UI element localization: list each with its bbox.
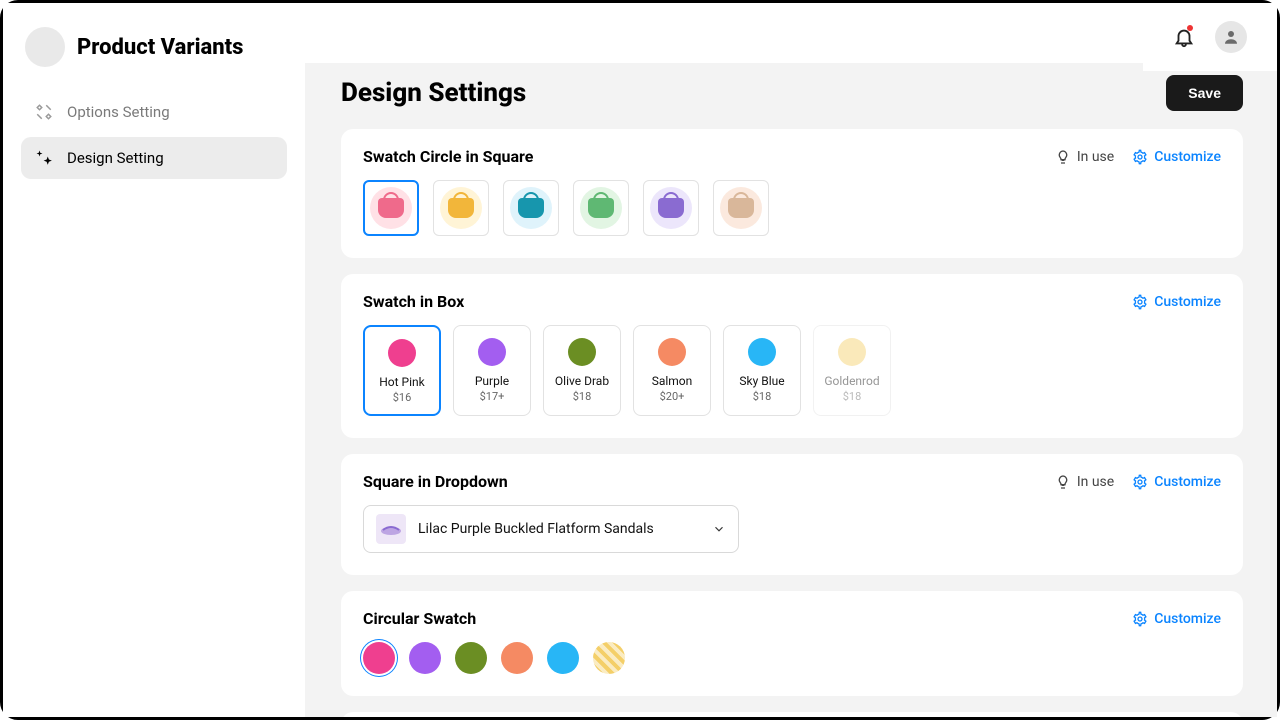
section-title: Swatch Circle in Square — [363, 147, 533, 166]
sidebar: Product Variants Options Setting Design … — [3, 3, 305, 717]
app-logo-row: Product Variants — [3, 3, 305, 85]
swatch-box[interactable]: Purple $17+ — [453, 325, 531, 416]
page-header: Design Settings Save — [341, 75, 1243, 111]
color-dot — [568, 338, 596, 366]
swatch-square[interactable] — [643, 180, 699, 236]
swatch-square[interactable] — [573, 180, 629, 236]
swatch-name: Hot Pink — [371, 375, 433, 389]
chevron-down-icon — [712, 522, 726, 536]
main: Design Settings Save Swatch Circle in Sq… — [305, 3, 1277, 717]
swatch-circle — [370, 187, 412, 229]
lightbulb-icon — [1055, 149, 1071, 165]
swatch-name: Goldenrod — [820, 374, 884, 388]
circular-swatch[interactable] — [363, 642, 395, 674]
section-swatch-in-box: Swatch in Box Customize Hot Pink $16 Pur… — [341, 274, 1243, 438]
color-dot — [658, 338, 686, 366]
topbar-bg — [305, 3, 1277, 63]
dropdown-thumbnail — [376, 514, 406, 544]
sidebar-item-label: Design Setting — [67, 149, 164, 167]
swatch-circle — [720, 187, 762, 229]
swatch-price: $18 — [820, 390, 884, 403]
tools-icon — [35, 103, 53, 121]
swatch-circle — [510, 187, 552, 229]
sparkle-icon — [35, 149, 53, 167]
content: Design Settings Save Swatch Circle in Sq… — [305, 63, 1277, 717]
section-title: Square in Dropdown — [363, 472, 508, 491]
swatch-square[interactable] — [433, 180, 489, 236]
sidebar-item-label: Options Setting — [67, 103, 170, 121]
swatch-box-row: Hot Pink $16 Purple $17+ Olive Drab $18 … — [363, 325, 1221, 416]
swatch-price: $18 — [730, 390, 794, 403]
sidebar-nav: Options Setting Design Setting — [3, 91, 305, 179]
section-circular-swatch: Circular Swatch Customize — [341, 591, 1243, 696]
bag-icon — [448, 198, 474, 218]
bag-icon — [588, 198, 614, 218]
app-logo — [25, 27, 65, 67]
user-avatar[interactable] — [1215, 21, 1247, 53]
variant-dropdown[interactable]: Lilac Purple Buckled Flatform Sandals — [363, 505, 739, 553]
customize-button[interactable]: Customize — [1132, 294, 1221, 310]
sidebar-item-options[interactable]: Options Setting — [21, 91, 287, 133]
swatch-name: Purple — [460, 374, 524, 388]
swatch-circle — [580, 187, 622, 229]
bag-icon — [728, 198, 754, 218]
gear-icon — [1132, 474, 1148, 490]
swatch-price: $18 — [550, 390, 614, 403]
section-circle-in-square: Swatch Circle in Square In use Customize — [341, 129, 1243, 258]
swatch-name: Sky Blue — [730, 374, 794, 388]
notification-dot — [1187, 25, 1193, 31]
section-title: Circular Swatch — [363, 609, 476, 628]
circular-swatch[interactable] — [547, 642, 579, 674]
swatch-circle — [650, 187, 692, 229]
color-dot — [838, 338, 866, 366]
gear-icon — [1132, 149, 1148, 165]
app-title: Product Variants — [77, 35, 243, 60]
swatch-price: $16 — [371, 391, 433, 404]
customize-button[interactable]: Customize — [1132, 474, 1221, 490]
circular-swatch[interactable] — [501, 642, 533, 674]
section-square-swatch: Square Swatch In use Customize — [341, 712, 1243, 717]
swatch-circle — [440, 187, 482, 229]
sandal-icon — [380, 522, 402, 536]
swatch-square[interactable] — [713, 180, 769, 236]
circular-swatch-row — [363, 642, 1221, 674]
swatch-square[interactable] — [363, 180, 419, 236]
gear-icon — [1132, 611, 1148, 627]
color-dot — [388, 339, 416, 367]
swatch-name: Olive Drab — [550, 374, 614, 388]
section-title: Swatch in Box — [363, 292, 464, 311]
swatch-name: Salmon — [640, 374, 704, 388]
lightbulb-icon — [1055, 474, 1071, 490]
circular-swatch[interactable] — [409, 642, 441, 674]
swatch-row — [363, 180, 1221, 236]
swatch-box: Goldenrod $18 — [813, 325, 891, 416]
color-dot — [478, 338, 506, 366]
dropdown-selected-text: Lilac Purple Buckled Flatform Sandals — [418, 521, 700, 537]
circular-swatch[interactable] — [455, 642, 487, 674]
bag-icon — [518, 198, 544, 218]
section-square-in-dropdown: Square in Dropdown In use Customize — [341, 454, 1243, 575]
swatch-box[interactable]: Salmon $20+ — [633, 325, 711, 416]
topbar — [1143, 3, 1277, 71]
swatch-square[interactable] — [503, 180, 559, 236]
color-dot — [748, 338, 776, 366]
save-button[interactable]: Save — [1166, 75, 1243, 111]
in-use-badge: In use — [1055, 474, 1114, 490]
page-title: Design Settings — [341, 78, 526, 108]
bag-icon — [658, 198, 684, 218]
circular-swatch[interactable] — [593, 642, 625, 674]
swatch-box[interactable]: Hot Pink $16 — [363, 325, 441, 416]
person-icon — [1222, 28, 1240, 46]
in-use-badge: In use — [1055, 149, 1114, 165]
swatch-box[interactable]: Sky Blue $18 — [723, 325, 801, 416]
swatch-box[interactable]: Olive Drab $18 — [543, 325, 621, 416]
gear-icon — [1132, 294, 1148, 310]
sidebar-item-design[interactable]: Design Setting — [21, 137, 287, 179]
swatch-price: $17+ — [460, 390, 524, 403]
customize-button[interactable]: Customize — [1132, 611, 1221, 627]
swatch-price: $20+ — [640, 390, 704, 403]
customize-button[interactable]: Customize — [1132, 149, 1221, 165]
bag-icon — [378, 198, 404, 218]
notifications-button[interactable] — [1173, 26, 1195, 48]
